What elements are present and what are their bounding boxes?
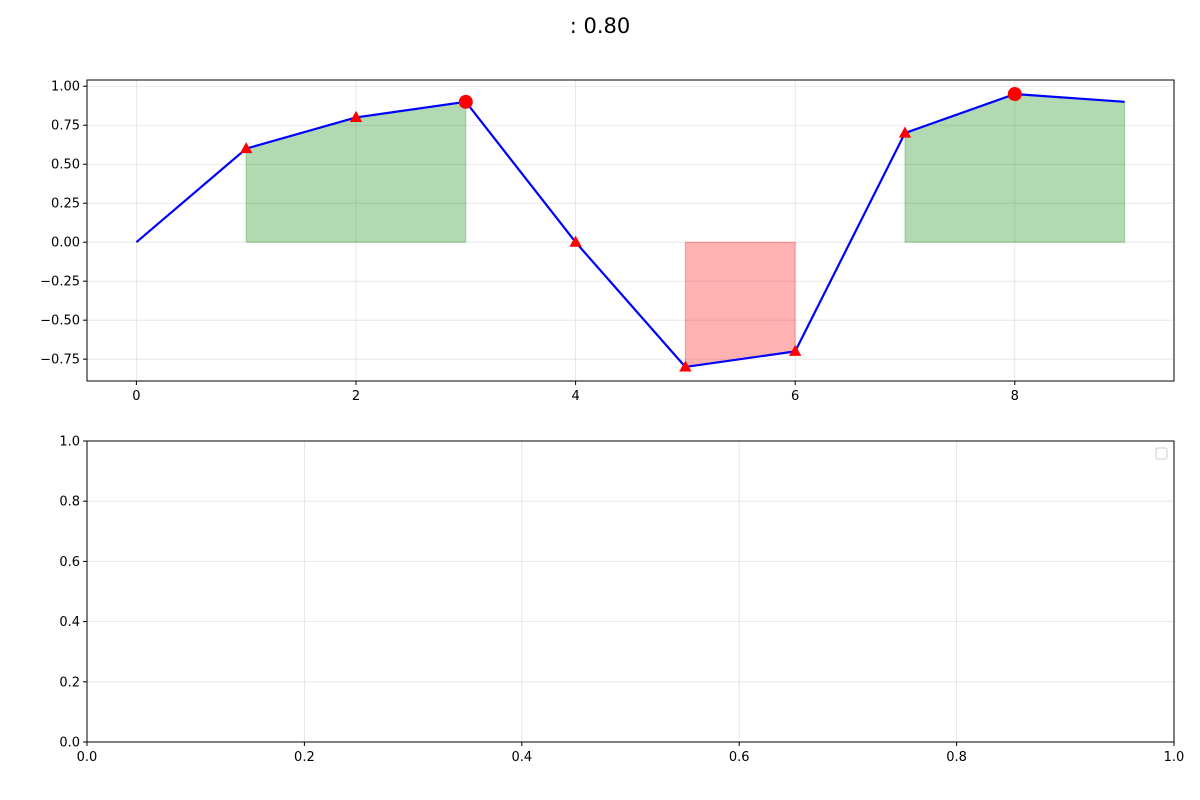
circle-marker: [1007, 87, 1022, 102]
y-tick-label: 0.2: [59, 675, 80, 690]
bottom-chart-legend-box: [1155, 447, 1168, 460]
y-tick-label: 0.4: [59, 615, 80, 630]
y-tick-label: 1.00: [51, 80, 80, 95]
x-tick-label: 4: [571, 389, 579, 404]
y-tick-label: 0.6: [59, 555, 80, 570]
figure: : 0.80 0 2 4 6 8 −0.75 −0.50 −0.25 0.00 0.25 0.50 0…: [0, 0, 1200, 800]
x-tick-label: 0.4: [511, 750, 532, 765]
x-tick-label: 8: [1011, 389, 1019, 404]
figure-title: : 0.80: [570, 14, 631, 38]
y-tick-label: 0.8: [59, 495, 80, 510]
y-tick-label: 0.50: [51, 158, 80, 173]
circle-marker: [458, 94, 473, 109]
x-tick-label: 6: [791, 389, 799, 404]
x-tick-label: 0.6: [729, 750, 750, 765]
y-tick-label: −0.25: [40, 275, 80, 290]
x-tick-label: 0.8: [946, 750, 967, 765]
y-tick-label: −0.75: [40, 353, 80, 368]
x-tick-label: 0: [132, 389, 140, 404]
x-tick-label: 1.0: [1164, 750, 1185, 765]
y-tick-label: −0.50: [40, 314, 80, 329]
x-tick-label: 0.2: [294, 750, 315, 765]
y-tick-label: 0.0: [59, 736, 80, 751]
y-tick-label: 0.25: [51, 197, 80, 212]
x-tick-label: 2: [352, 389, 360, 404]
figure-title-value: : 0.80: [570, 14, 631, 38]
x-tick-label: 0.0: [77, 750, 98, 765]
y-tick-label: 0.00: [51, 236, 80, 251]
y-tick-label: 1.0: [59, 435, 80, 450]
shaded-region: [684, 241, 796, 368]
y-tick-label: 0.75: [51, 119, 80, 134]
